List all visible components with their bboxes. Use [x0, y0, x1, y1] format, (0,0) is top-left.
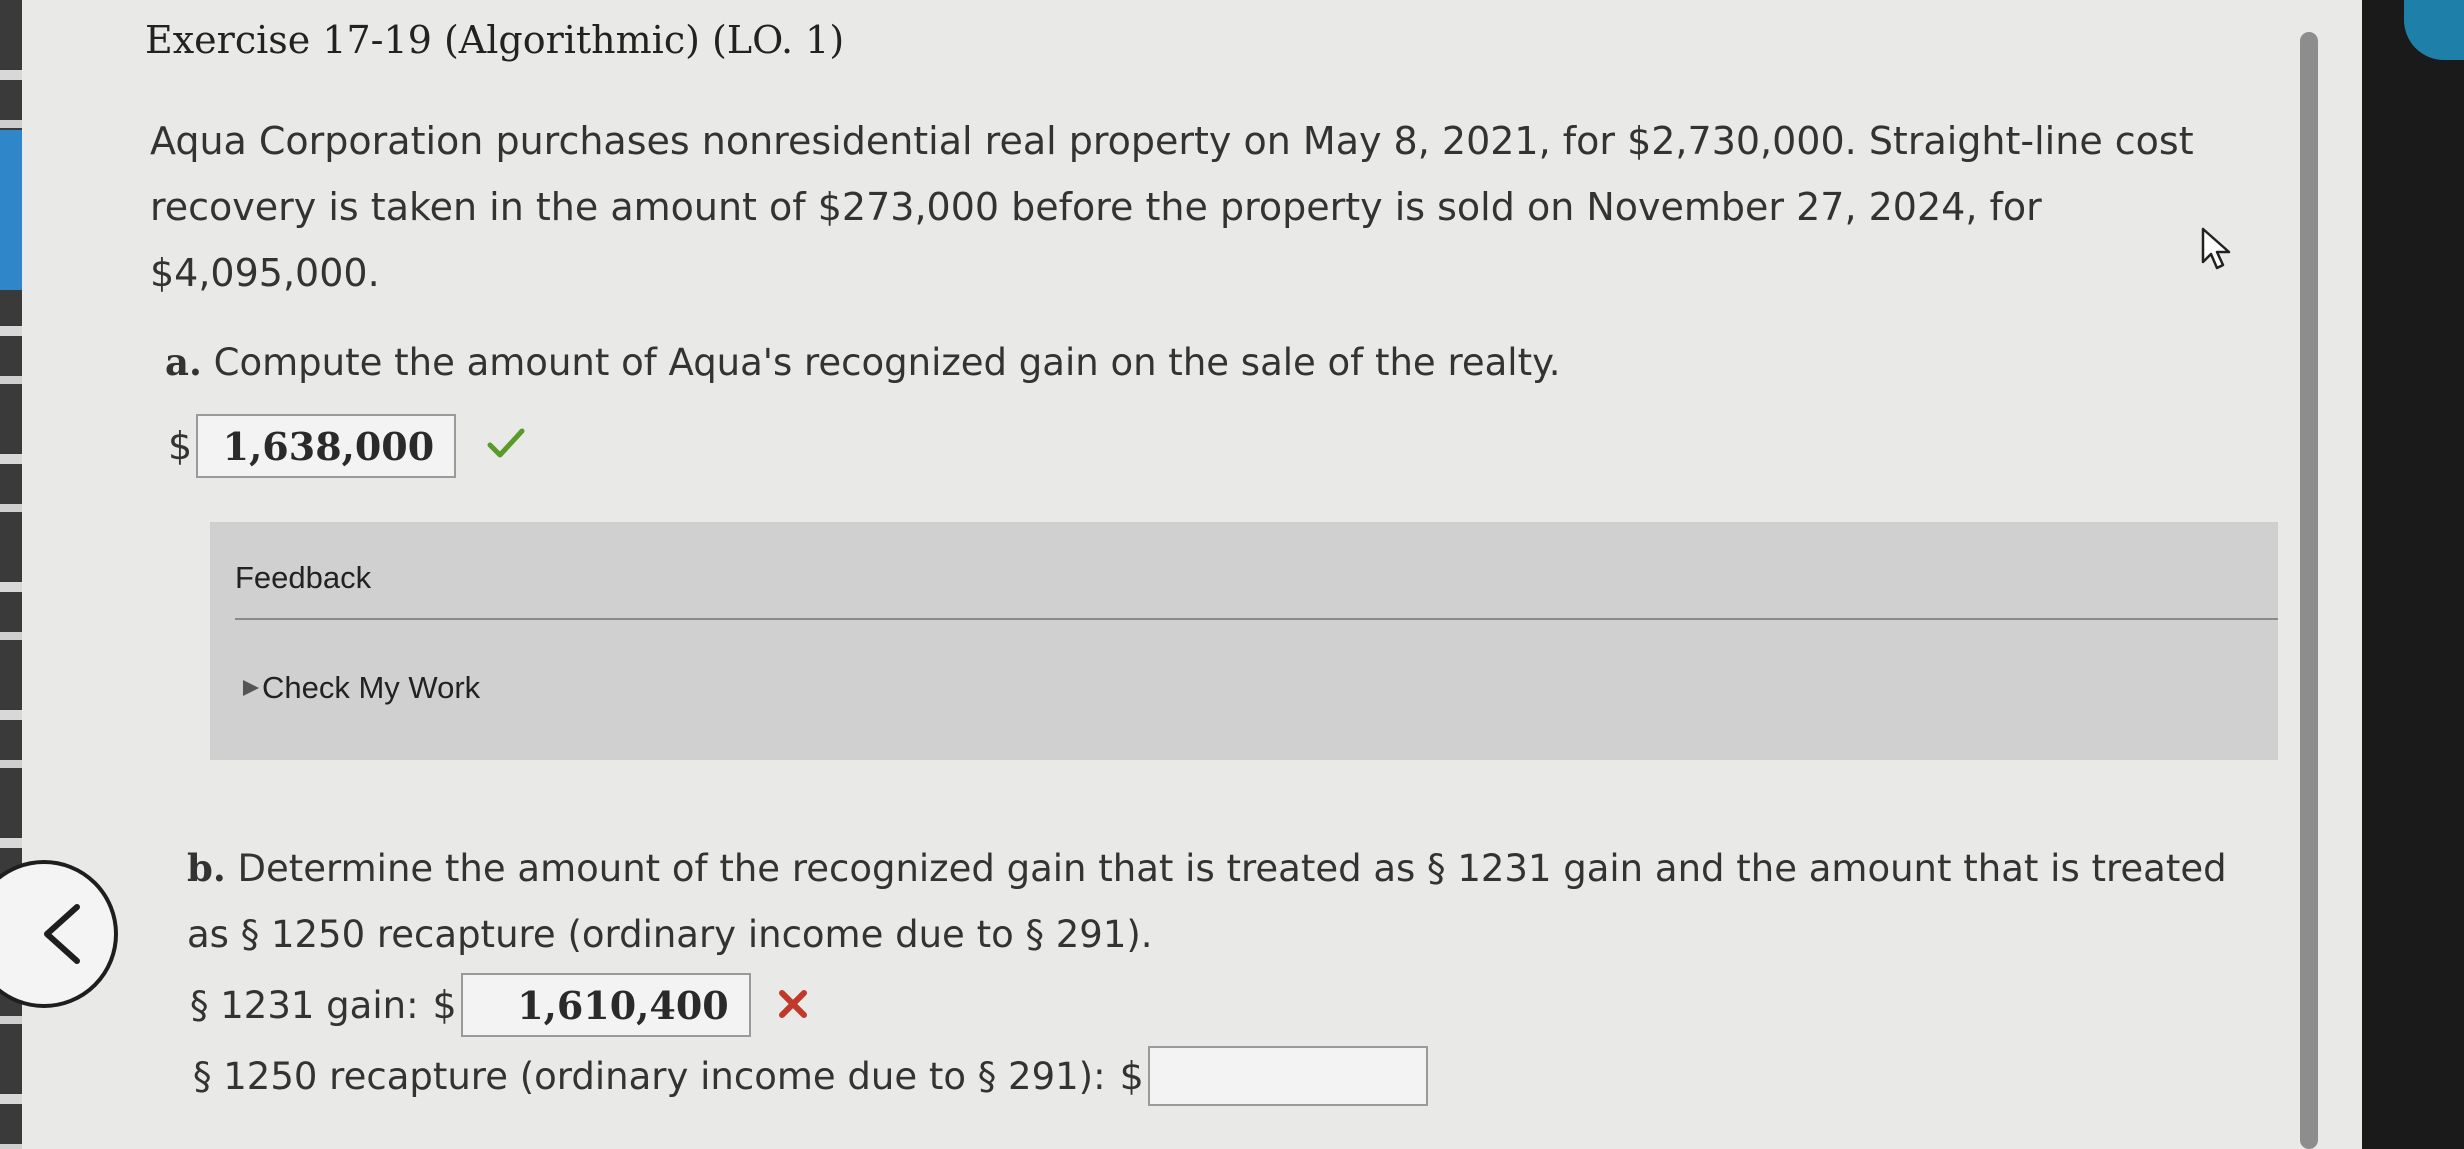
back-button[interactable] [0, 860, 118, 1008]
recapture-1250-input[interactable] [1147, 1046, 1428, 1106]
part-a-answer-row: $ 1,638,000 [168, 414, 526, 478]
triangle-right-icon [243, 680, 259, 696]
part-b-question: b. Determine the amount of the recognize… [187, 835, 2247, 968]
gain-1231-input[interactable]: 1,610,400 [460, 973, 751, 1037]
part-a-text: Compute the amount of Aqua's recognized … [213, 341, 1561, 384]
feedback-panel: Feedback Check My Work [210, 522, 2278, 760]
part-b-letter: b. [187, 846, 226, 890]
corner-widget [2404, 0, 2464, 60]
right-window-edge [2362, 0, 2464, 1149]
check-my-work-label: Check My Work [262, 670, 481, 705]
check-my-work-toggle[interactable]: Check My Work [240, 670, 480, 706]
part-b-line-2: as § 1250 recapture (ordinary income due… [187, 913, 1153, 956]
part-a-answer-field[interactable]: 1,638,000 [196, 414, 457, 478]
page-title: Exercise 17-19 (Algorithmic) (LO. 1) [145, 18, 845, 62]
part-b-line-1: Determine the amount of the recognized g… [237, 847, 2227, 890]
currency-symbol: $ [432, 983, 457, 1027]
mouse-cursor-icon [2200, 226, 2234, 276]
currency-symbol: $ [168, 424, 193, 468]
gain-1231-row: § 1231 gain: $ 1,610,400 [190, 973, 809, 1037]
recapture-1250-row: § 1250 recapture (ordinary income due to… [193, 1046, 1428, 1106]
problem-line-3: $4,095,000. [150, 251, 380, 295]
left-edge-accent [0, 130, 22, 290]
currency-symbol: $ [1119, 1054, 1144, 1098]
gain-1231-label: § 1231 gain: [190, 983, 419, 1027]
x-mark-icon [777, 981, 809, 1030]
part-a-letter: a. [165, 340, 202, 384]
problem-line-1: Aqua Corporation purchases nonresidentia… [150, 119, 2194, 163]
recapture-1250-label: § 1250 recapture (ordinary income due to… [193, 1054, 1106, 1098]
feedback-label: Feedback [235, 560, 372, 595]
problem-line-2: recovery is taken in the amount of $273,… [150, 185, 2042, 229]
vertical-scrollbar[interactable] [2300, 32, 2318, 1149]
chevron-left-icon [44, 904, 80, 964]
feedback-divider [235, 618, 2278, 620]
part-a-question: a. Compute the amount of Aqua's recogniz… [165, 340, 1560, 384]
checkmark-icon [486, 421, 526, 472]
problem-statement: Aqua Corporation purchases nonresidentia… [150, 108, 2200, 306]
